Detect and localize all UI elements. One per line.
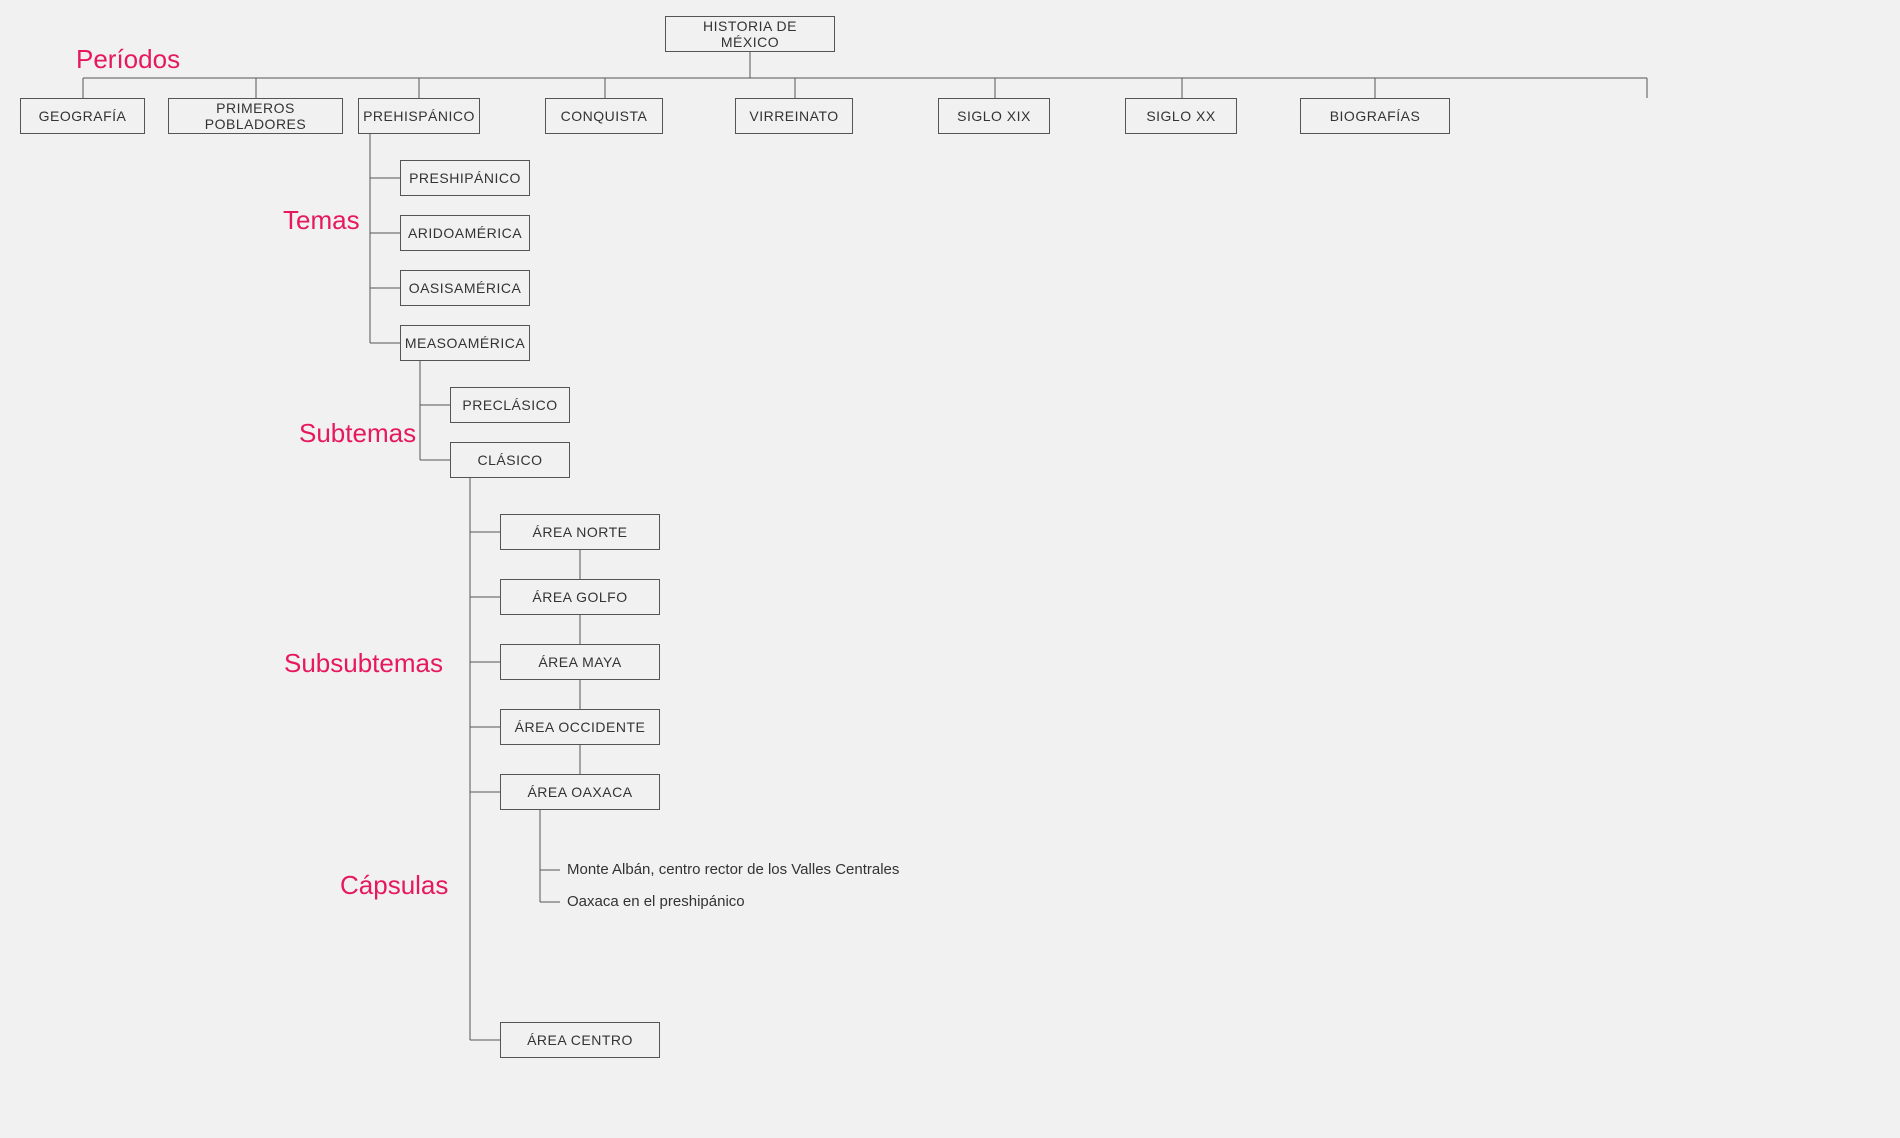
capsula-oaxaca: Oaxaca en el preshipánico: [567, 893, 745, 910]
subtema-preclasico: PRECLÁSICO: [450, 387, 570, 423]
subsubtema-area-norte: ÁREA NORTE: [500, 514, 660, 550]
label-periodos: Períodos: [76, 44, 180, 75]
connector-lines: [0, 0, 1900, 1138]
period-virreinato: VIRREINATO: [735, 98, 853, 134]
period-geografia: GEOGRAFÍA: [20, 98, 145, 134]
label-subtemas: Subtemas: [299, 418, 416, 449]
tema-measoamerica: MEASOAMÉRICA: [400, 325, 530, 361]
tema-oasisamerica: OASISAMÉRICA: [400, 270, 530, 306]
capsula-monte-alban: Monte Albán, centro rector de los Valles…: [567, 861, 899, 878]
tema-aridoamerica: ARIDOAMÉRICA: [400, 215, 530, 251]
subsubtema-area-occidente: ÁREA OCCIDENTE: [500, 709, 660, 745]
period-siglo-xx: SIGLO XX: [1125, 98, 1237, 134]
root-node: HISTORIA DE MÉXICO: [665, 16, 835, 52]
period-prehispanico: PREHISPÁNICO: [358, 98, 480, 134]
label-temas: Temas: [283, 205, 360, 236]
period-biografias: BIOGRAFÍAS: [1300, 98, 1450, 134]
period-conquista: CONQUISTA: [545, 98, 663, 134]
period-siglo-xix: SIGLO XIX: [938, 98, 1050, 134]
subsubtema-area-oaxaca: ÁREA OAXACA: [500, 774, 660, 810]
tema-preshipanico: PRESHIPÁNICO: [400, 160, 530, 196]
period-primeros-pobladores: PRIMEROS POBLADORES: [168, 98, 343, 134]
subsubtema-area-centro: ÁREA CENTRO: [500, 1022, 660, 1058]
subsubtema-area-maya: ÁREA MAYA: [500, 644, 660, 680]
label-subsubtemas: Subsubtemas: [284, 648, 443, 679]
label-capsulas: Cápsulas: [340, 870, 448, 901]
subtema-clasico: CLÁSICO: [450, 442, 570, 478]
subsubtema-area-golfo: ÁREA GOLFO: [500, 579, 660, 615]
